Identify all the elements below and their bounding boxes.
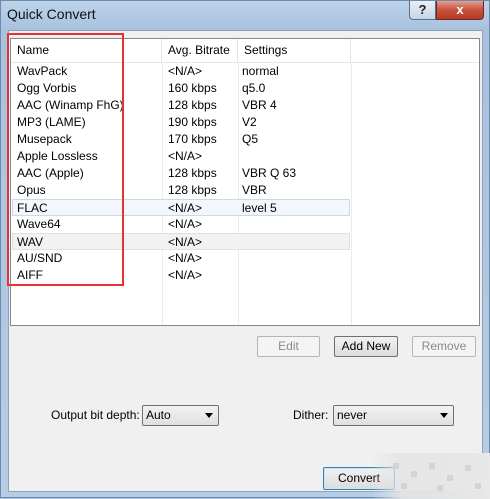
- format-bitrate: <N/A>: [168, 64, 203, 78]
- format-bitrate: 160 kbps: [168, 81, 217, 95]
- list-row-aac-apple[interactable]: AAC (Apple) 128 kbps VBR Q 63: [11, 165, 479, 182]
- output-bit-depth-value: Auto: [146, 408, 171, 422]
- list-row-opus[interactable]: Opus 128 kbps VBR: [11, 182, 479, 199]
- format-bitrate: <N/A>: [168, 235, 203, 249]
- list-row-ogg-vorbis[interactable]: Ogg Vorbis 160 kbps q5.0: [11, 80, 479, 97]
- format-name: AAC (Winamp FhG): [17, 98, 124, 112]
- output-bit-depth-select[interactable]: Auto: [142, 405, 219, 426]
- edit-button[interactable]: Edit: [257, 336, 320, 357]
- format-settings: VBR Q 63: [242, 166, 297, 180]
- format-bitrate: 190 kbps: [168, 115, 217, 129]
- format-name: FLAC: [17, 201, 48, 215]
- format-bitrate: <N/A>: [168, 201, 203, 215]
- format-bitrate: 170 kbps: [168, 132, 217, 146]
- format-settings: level 5: [242, 201, 277, 215]
- remove-button[interactable]: Remove: [412, 336, 476, 357]
- help-button[interactable]: ?: [409, 1, 436, 20]
- format-name: Wave64: [17, 217, 61, 231]
- list-row-aac-winamp-fhg[interactable]: AAC (Winamp FhG) 128 kbps VBR 4: [11, 97, 479, 114]
- chevron-down-icon: [440, 413, 448, 418]
- format-name: MP3 (LAME): [17, 115, 86, 129]
- format-settings: V2: [242, 115, 257, 129]
- column-header-bitrate[interactable]: Avg. Bitrate: [162, 39, 238, 62]
- format-bitrate: <N/A>: [168, 251, 203, 265]
- dither-value: never: [337, 408, 368, 422]
- format-bitrate: <N/A>: [168, 268, 203, 282]
- format-name: Opus: [17, 183, 46, 197]
- format-bitrate: 128 kbps: [168, 98, 217, 112]
- add-new-button[interactable]: Add New: [334, 336, 398, 357]
- output-bit-depth-label: Output bit depth:: [51, 408, 140, 422]
- dither-label: Dither:: [293, 408, 329, 422]
- list-row-wave64[interactable]: Wave64 <N/A>: [11, 216, 479, 233]
- format-name: Apple Lossless: [17, 149, 98, 163]
- column-header-settings[interactable]: Settings: [238, 39, 351, 62]
- format-settings: normal: [242, 64, 279, 78]
- close-button[interactable]: x: [436, 1, 484, 20]
- format-settings: VBR: [242, 183, 267, 197]
- column-header-name[interactable]: Name: [11, 39, 162, 62]
- title-bar: Quick Convert ? x: [1, 1, 489, 29]
- format-bitrate: 128 kbps: [168, 166, 217, 180]
- format-name: AIFF: [17, 268, 43, 282]
- format-list[interactable]: Name Avg. Bitrate Settings WavPack <N/A> n…: [10, 38, 480, 326]
- format-settings: Q5: [242, 132, 259, 146]
- list-row-wav[interactable]: WAV <N/A>: [12, 233, 350, 250]
- list-row-au-snd[interactable]: AU/SND <N/A>: [11, 250, 479, 267]
- list-row-apple-lossless[interactable]: Apple Lossless <N/A>: [11, 148, 479, 165]
- format-settings: VBR 4: [242, 98, 277, 112]
- dither-select[interactable]: never: [333, 405, 454, 426]
- list-row-aiff[interactable]: AIFF <N/A>: [11, 267, 479, 284]
- format-name: AAC (Apple): [17, 166, 84, 180]
- format-bitrate: 128 kbps: [168, 183, 217, 197]
- format-name: Musepack: [17, 132, 72, 146]
- list-row-musepack[interactable]: Musepack 170 kbps Q5: [11, 131, 479, 148]
- format-name: AU/SND: [17, 251, 63, 265]
- format-settings: q5.0: [242, 81, 266, 95]
- format-name: WavPack: [17, 64, 68, 78]
- window-title: Quick Convert: [7, 6, 96, 22]
- convert-button[interactable]: Convert: [323, 467, 395, 490]
- chevron-down-icon: [205, 413, 213, 418]
- list-row-mp3-lame[interactable]: MP3 (LAME) 190 kbps V2: [11, 114, 479, 131]
- list-header: Name Avg. Bitrate Settings: [11, 39, 479, 63]
- format-name: Ogg Vorbis: [17, 81, 77, 95]
- quick-convert-window: Quick Convert ? x Name Avg. Bitrate Sett…: [0, 0, 490, 499]
- format-name: WAV: [17, 235, 43, 249]
- format-bitrate: <N/A>: [168, 149, 203, 163]
- format-bitrate: <N/A>: [168, 217, 203, 231]
- list-row-wavpack[interactable]: WavPack <N/A> normal: [11, 63, 479, 80]
- list-row-flac[interactable]: FLAC <N/A> level 5: [12, 199, 350, 216]
